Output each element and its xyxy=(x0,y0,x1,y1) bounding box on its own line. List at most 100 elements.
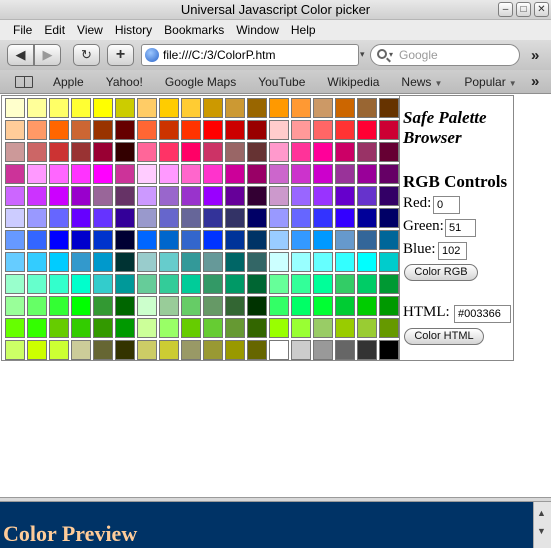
palette-swatch[interactable] xyxy=(5,252,25,272)
palette-swatch[interactable] xyxy=(379,98,399,118)
palette-swatch[interactable] xyxy=(335,164,355,184)
palette-swatch[interactable] xyxy=(379,230,399,250)
palette-swatch[interactable] xyxy=(5,318,25,338)
palette-swatch[interactable] xyxy=(203,274,223,294)
palette-swatch[interactable] xyxy=(137,230,157,250)
palette-swatch[interactable] xyxy=(71,142,91,162)
palette-swatch[interactable] xyxy=(159,296,179,316)
palette-swatch[interactable] xyxy=(49,98,69,118)
palette-swatch[interactable] xyxy=(313,120,333,140)
palette-swatch[interactable] xyxy=(49,142,69,162)
minimize-icon[interactable]: – xyxy=(498,2,513,17)
palette-swatch[interactable] xyxy=(137,296,157,316)
palette-swatch[interactable] xyxy=(5,164,25,184)
palette-swatch[interactable] xyxy=(335,296,355,316)
palette-swatch[interactable] xyxy=(357,230,377,250)
palette-swatch[interactable] xyxy=(335,340,355,360)
palette-swatch[interactable] xyxy=(93,98,113,118)
palette-swatch[interactable] xyxy=(71,120,91,140)
reload-button[interactable]: ↻ xyxy=(73,44,100,66)
palette-swatch[interactable] xyxy=(247,142,267,162)
palette-swatch[interactable] xyxy=(159,186,179,206)
palette-swatch[interactable] xyxy=(115,164,135,184)
blue-input[interactable]: 102 xyxy=(438,242,467,260)
palette-swatch[interactable] xyxy=(335,230,355,250)
palette-swatch[interactable] xyxy=(247,120,267,140)
html-input[interactable]: #003366 xyxy=(454,305,511,323)
palette-swatch[interactable] xyxy=(159,120,179,140)
palette-swatch[interactable] xyxy=(5,340,25,360)
palette-swatch[interactable] xyxy=(181,164,201,184)
palette-swatch[interactable] xyxy=(291,296,311,316)
palette-swatch[interactable] xyxy=(225,340,245,360)
palette-swatch[interactable] xyxy=(5,186,25,206)
palette-swatch[interactable] xyxy=(291,186,311,206)
palette-swatch[interactable] xyxy=(115,230,135,250)
palette-swatch[interactable] xyxy=(357,340,377,360)
palette-swatch[interactable] xyxy=(159,252,179,272)
palette-swatch[interactable] xyxy=(379,274,399,294)
palette-swatch[interactable] xyxy=(335,120,355,140)
palette-swatch[interactable] xyxy=(93,120,113,140)
palette-swatch[interactable] xyxy=(357,98,377,118)
palette-swatch[interactable] xyxy=(313,208,333,228)
palette-swatch[interactable] xyxy=(379,164,399,184)
palette-swatch[interactable] xyxy=(291,120,311,140)
palette-swatch[interactable] xyxy=(159,142,179,162)
palette-swatch[interactable] xyxy=(225,318,245,338)
palette-swatch[interactable] xyxy=(181,208,201,228)
palette-swatch[interactable] xyxy=(225,274,245,294)
palette-swatch[interactable] xyxy=(203,252,223,272)
color-html-button[interactable]: Color HTML xyxy=(404,328,484,345)
palette-swatch[interactable] xyxy=(181,274,201,294)
palette-swatch[interactable] xyxy=(225,142,245,162)
palette-swatch[interactable] xyxy=(27,98,47,118)
palette-swatch[interactable] xyxy=(71,318,91,338)
palette-swatch[interactable] xyxy=(93,318,113,338)
palette-swatch[interactable] xyxy=(247,164,267,184)
red-input[interactable]: 0 xyxy=(433,196,460,214)
bookmark-wikipedia[interactable]: Wikipedia xyxy=(327,75,379,89)
palette-swatch[interactable] xyxy=(71,164,91,184)
palette-swatch[interactable] xyxy=(115,252,135,272)
palette-swatch[interactable] xyxy=(159,274,179,294)
palette-swatch[interactable] xyxy=(49,296,69,316)
palette-swatch[interactable] xyxy=(247,296,267,316)
bookmark-youtube[interactable]: YouTube xyxy=(258,75,305,89)
palette-swatch[interactable] xyxy=(49,252,69,272)
palette-swatch[interactable] xyxy=(247,208,267,228)
green-input[interactable]: 51 xyxy=(445,219,476,237)
palette-swatch[interactable] xyxy=(159,230,179,250)
bookmark-google-maps[interactable]: Google Maps xyxy=(165,75,236,89)
palette-swatch[interactable] xyxy=(71,98,91,118)
palette-swatch[interactable] xyxy=(181,296,201,316)
palette-swatch[interactable] xyxy=(93,230,113,250)
palette-swatch[interactable] xyxy=(49,318,69,338)
bookmarks-book-icon[interactable] xyxy=(15,75,33,88)
palette-swatch[interactable] xyxy=(269,318,289,338)
palette-swatch[interactable] xyxy=(291,318,311,338)
palette-swatch[interactable] xyxy=(137,318,157,338)
palette-swatch[interactable] xyxy=(335,252,355,272)
palette-swatch[interactable] xyxy=(27,230,47,250)
palette-swatch[interactable] xyxy=(115,296,135,316)
palette-swatch[interactable] xyxy=(269,252,289,272)
menu-history[interactable]: History xyxy=(110,20,159,40)
search-input[interactable]: Google xyxy=(399,45,438,65)
bookmark-apple[interactable]: Apple xyxy=(53,75,84,89)
forward-button[interactable]: ▶ xyxy=(34,44,61,66)
palette-swatch[interactable] xyxy=(379,340,399,360)
palette-swatch[interactable] xyxy=(5,142,25,162)
palette-swatch[interactable] xyxy=(225,252,245,272)
palette-swatch[interactable] xyxy=(379,142,399,162)
palette-swatch[interactable] xyxy=(27,142,47,162)
palette-swatch[interactable] xyxy=(71,296,91,316)
palette-swatch[interactable] xyxy=(5,98,25,118)
palette-swatch[interactable] xyxy=(357,208,377,228)
palette-swatch[interactable] xyxy=(181,230,201,250)
palette-swatch[interactable] xyxy=(357,274,377,294)
palette-swatch[interactable] xyxy=(379,208,399,228)
palette-swatch[interactable] xyxy=(357,252,377,272)
palette-swatch[interactable] xyxy=(291,252,311,272)
palette-swatch[interactable] xyxy=(269,120,289,140)
